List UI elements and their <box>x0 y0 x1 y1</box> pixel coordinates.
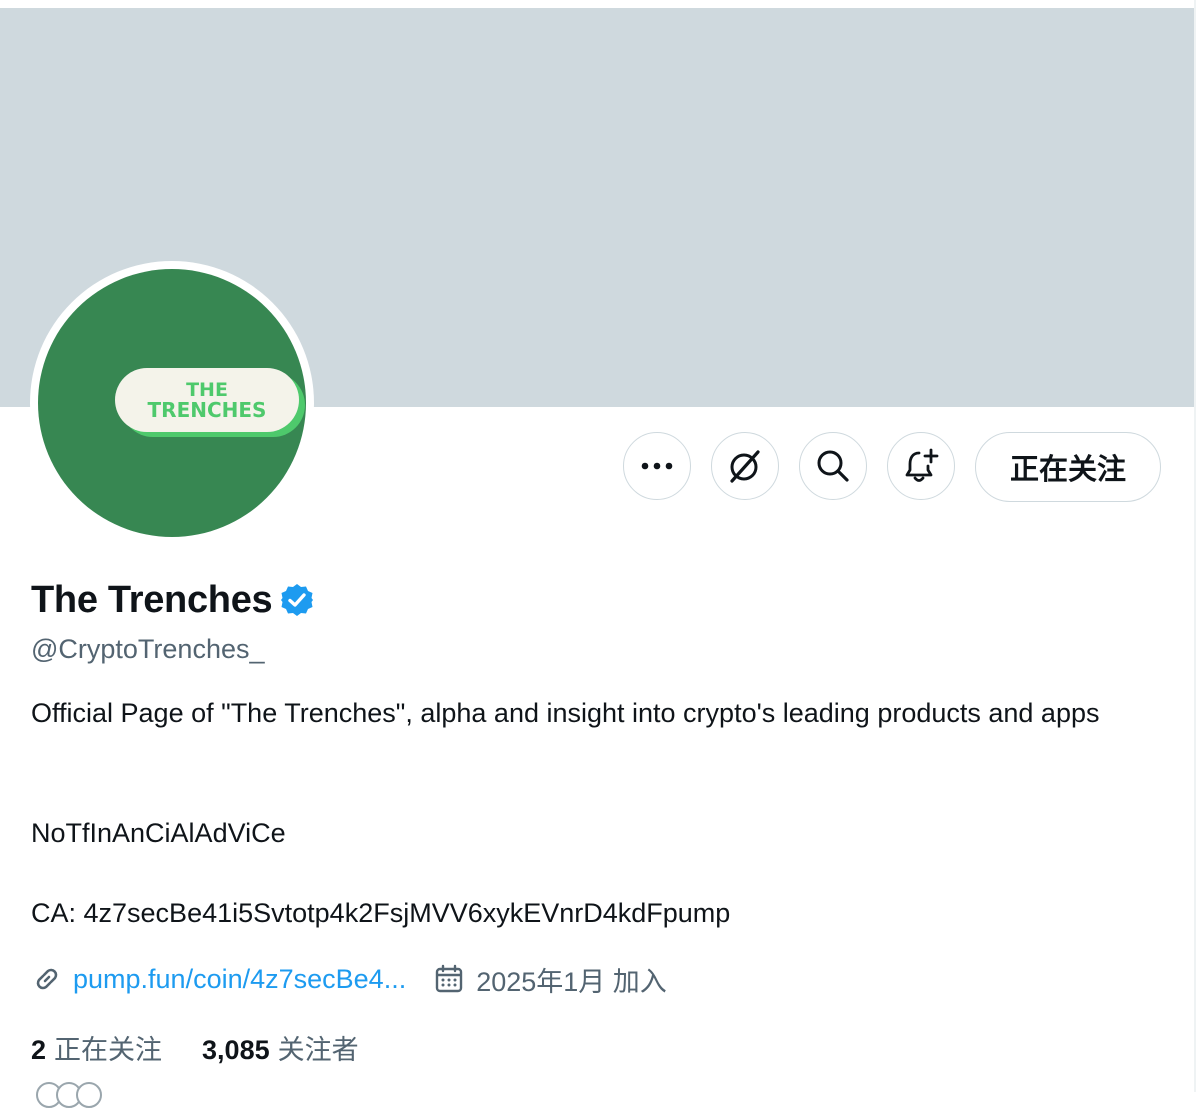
user-handle: @CryptoTrenches_ <box>31 634 265 664</box>
profile-meta: pump.fun/coin/4z7secBe4... 2025年1月 加入 <box>31 959 667 999</box>
more-button[interactable] <box>623 432 691 500</box>
following-count: 2 <box>31 1034 47 1065</box>
calendar-icon <box>406 964 464 994</box>
search-icon <box>815 448 851 484</box>
follow-stats: 2 正在关注 3,085 关注者 <box>31 1027 359 1067</box>
website-link[interactable]: pump.fun/coin/4z7secBe4... <box>73 964 406 995</box>
followed-by-avatars[interactable] <box>36 1082 102 1108</box>
bio-line: Official Page of "The Trenches", alpha a… <box>31 698 1100 728</box>
following-stat[interactable]: 2 正在关注 <box>31 1028 162 1067</box>
verified-badge-icon[interactable] <box>272 583 314 617</box>
name-row: The Trenches <box>31 576 314 624</box>
link-icon <box>31 963 63 995</box>
grok-icon <box>727 448 763 484</box>
top-strip <box>0 0 1196 8</box>
followers-count: 3,085 <box>202 1034 270 1065</box>
followers-label: 关注者 <box>277 1034 359 1065</box>
avatar-logo: THE TRENCHES <box>115 368 299 432</box>
following-label: 正在关注 <box>54 1034 163 1065</box>
bell-plus-icon <box>902 447 940 485</box>
following-button[interactable]: 正在关注 <box>975 432 1161 502</box>
bio-line: NoTfInAnCiAlAdViCe <box>31 818 286 848</box>
joined-date: 2025年1月 加入 <box>476 966 667 997</box>
avatar[interactable]: THE TRENCHES <box>38 269 306 537</box>
logo-text-line1: THE <box>186 379 228 401</box>
grok-button[interactable] <box>711 432 779 500</box>
notify-button[interactable] <box>887 432 955 500</box>
followers-stat[interactable]: 3,085 关注者 <box>202 1028 359 1067</box>
display-name: The Trenches <box>31 578 273 621</box>
search-button[interactable] <box>799 432 867 500</box>
more-dots-icon <box>640 461 674 471</box>
bio-contract-address: CA: 4z7secBe41i5Svtotp4k2FsjMVV6xykEVnrD… <box>31 898 731 928</box>
logo-text-line2: TRENCHES <box>147 398 267 422</box>
mini-avatar <box>76 1082 102 1108</box>
